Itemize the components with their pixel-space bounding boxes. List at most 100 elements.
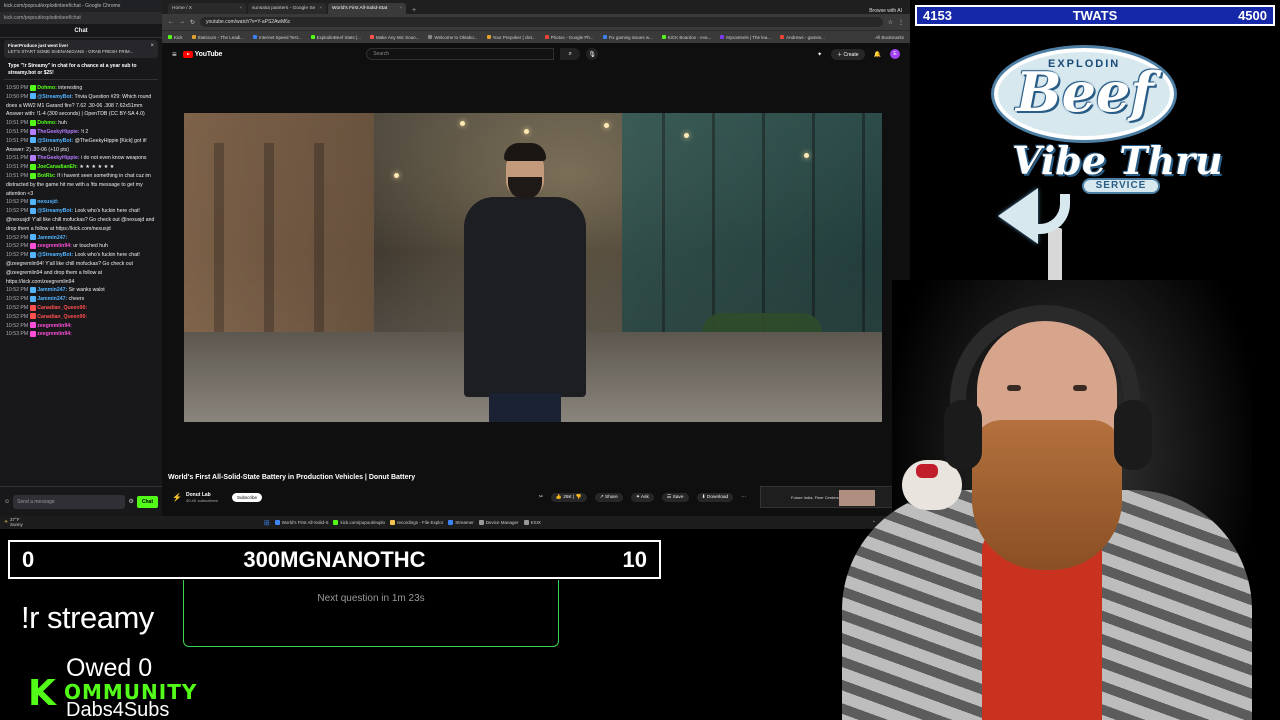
reload-icon[interactable]: ↻ [190, 19, 195, 26]
live-notice[interactable]: FinerProduce just went live! LET'S START… [4, 40, 158, 58]
ai-icon[interactable]: ✦ [817, 51, 822, 58]
chat-message: 10:53 PM zeegremlin94: [6, 330, 156, 339]
bookmark-item[interactable]: Your Prepoker | clet... [486, 35, 536, 40]
taskbar-app[interactable]: recordings - File Explor [390, 520, 443, 525]
ceiling-light [524, 129, 529, 134]
trivia-score-right: 10 [622, 546, 647, 572]
message-user[interactable]: Jammin247: [37, 287, 67, 293]
message-user[interactable]: zeegremlin94: [37, 243, 72, 249]
chat-url[interactable]: kick.com/popout/explodinbeef/chat [0, 12, 162, 24]
bookmark-item[interactable]: Photos - Google Ph... [544, 35, 594, 40]
video-player[interactable] [184, 113, 882, 422]
close-icon[interactable]: × [150, 43, 154, 49]
chat-message: 10:50 PM @StreamyBot: Trivia Question #29… [6, 93, 156, 119]
taskbar-app[interactable]: Streamer [448, 520, 474, 525]
bookmark-item[interactable]: Statscurs - The Leadi... [191, 35, 244, 40]
bookmark-item[interactable]: ExplodinBeef Stats |... [310, 35, 361, 40]
message-user[interactable]: @StreamyBot: [37, 208, 73, 214]
bookmark-item[interactable]: Kick [168, 35, 183, 40]
bookmark-item[interactable]: Mysosteels | The lea... [720, 35, 771, 40]
ask-button[interactable]: ✦ Ask [630, 492, 654, 502]
subscribe-button[interactable]: Subscribe [232, 492, 263, 502]
youtube-logo[interactable]: YouTube [182, 50, 222, 58]
user-badge-icon [30, 128, 37, 135]
share-label: Share [605, 494, 618, 500]
message-time: 10:51 PM [6, 128, 29, 135]
emote-icon[interactable]: ☺ [4, 499, 10, 505]
bookmark-item[interactable]: Make Any Mic Soun... [369, 34, 420, 40]
close-tab-icon[interactable]: × [239, 6, 242, 11]
message-time: 10:50 PM [6, 93, 29, 100]
bell-icon[interactable]: 🔔 [874, 51, 881, 58]
taskbar-app-label: Streamer [455, 520, 474, 525]
like-button[interactable]: 👍 25K | 👎 [550, 492, 587, 502]
browser-tab[interactable]: World's First All-Solid-Stat × [328, 3, 406, 14]
windows-start-icon[interactable]: ⊞ [264, 519, 270, 527]
message-user[interactable]: zeegremlin94: [37, 323, 72, 329]
message-user[interactable]: Canadian_Queen90: [37, 305, 87, 311]
owed-text: Owed 0 [66, 654, 153, 682]
taskbar-app[interactable]: KSIX [523, 520, 541, 525]
message-user[interactable]: Canadian_Queen90: [37, 314, 87, 320]
bookmark-item[interactable]: Fix gaming issues w... [602, 35, 653, 40]
taskbar-app[interactable]: World's First All-Solid-S [274, 520, 328, 525]
share-button[interactable]: ↗ Share [594, 492, 623, 502]
browser-tab[interactable]: Home / X × [168, 3, 246, 14]
message-user[interactable]: @StreamyBot: [37, 252, 73, 258]
clip-icon[interactable]: ✂ [539, 495, 543, 500]
star-icon[interactable]: ☆ [888, 19, 893, 26]
taskbar-app[interactable]: Device Manager [478, 520, 519, 525]
message-text: i do not even know weapons [81, 155, 147, 162]
message-user[interactable]: @StreamyBot: [37, 138, 73, 144]
back-icon[interactable]: ← [168, 19, 174, 25]
taskbar-app[interactable]: kick.com/popout/explo [333, 520, 385, 525]
bookmark-item[interactable]: Welcome to Oktabo... [428, 35, 478, 40]
hamburger-icon[interactable]: ≡ [172, 50, 177, 59]
chat-message: 10:51 PM JoeCanadianEh: ★ ★ ★ ★ ★ ★ [6, 163, 156, 172]
message-user[interactable]: Jammin247: [37, 296, 67, 302]
chat-message: 10:52 PM Jammin247: Sir wanks walot [6, 286, 156, 295]
message-user[interactable]: JoeCanadianEh: [37, 164, 78, 170]
bookmark-item[interactable]: Internet Speed Test... [252, 35, 302, 40]
message-user[interactable]: TheGeekyHippie: [37, 155, 79, 161]
message-user[interactable]: Dohmo: [37, 85, 57, 91]
message-user[interactable]: BotRix: [37, 173, 55, 179]
bookmark-item[interactable]: Andrews - games... [780, 35, 825, 40]
search-icon[interactable]: ⌕ [560, 48, 581, 60]
search-input[interactable]: Search [366, 48, 555, 60]
trivia-score-bar: 0 300MGNANOTHC 10 [8, 540, 661, 579]
message-user[interactable]: Jammin247: [37, 235, 67, 241]
mic-icon[interactable]: 🎙 [586, 48, 599, 60]
create-button[interactable]: ＋ Create [831, 48, 865, 60]
message-user[interactable]: zeegremlin94: [37, 331, 72, 337]
all-bookmarks-button[interactable]: All Bookmarks [875, 35, 904, 40]
sun-icon: ☀ [4, 519, 9, 525]
forward-icon[interactable]: → [179, 19, 185, 25]
chat-input[interactable]: Send a message [13, 494, 126, 509]
send-chat-button[interactable]: Chat [136, 495, 158, 508]
message-user[interactable]: Dohmo: [37, 120, 57, 126]
download-button[interactable]: ⬇ Download [696, 492, 734, 502]
close-tab-icon[interactable]: × [399, 6, 402, 11]
message-text: huh [58, 120, 67, 127]
new-tab-icon[interactable]: + [408, 7, 420, 14]
weather-widget[interactable]: ☀ 37°F Sunny [4, 517, 23, 527]
close-tab-icon[interactable]: × [319, 6, 322, 11]
message-user[interactable]: @StreamyBot: [37, 94, 73, 100]
user-badge-icon [30, 163, 37, 170]
more-icon[interactable]: ⋯ [741, 495, 746, 500]
channel-avatar[interactable]: ⚡ [172, 491, 182, 503]
extensions-icon[interactable]: ⋮ [898, 19, 904, 26]
bookmark-item[interactable]: KICK Boardox - eva... [661, 35, 711, 40]
message-user[interactable]: nexusjd: [37, 199, 58, 205]
message-user[interactable]: TheGeekyHippie: [37, 129, 79, 135]
avatar[interactable]: E [890, 49, 900, 59]
save-button[interactable]: ☰ Save [661, 492, 689, 502]
chat-title: Chat [0, 24, 162, 38]
gear-icon[interactable]: ⚙ [128, 498, 133, 505]
browse-with-ai-button[interactable]: Browse with AI [861, 8, 910, 14]
logo-service: SERVICE [1082, 178, 1160, 194]
bookmark-label: Make Any Mic Soun... [375, 34, 420, 40]
browser-tab[interactable]: sunsalut painters - Google Se × [248, 3, 326, 14]
address-bar[interactable]: youtube.com/watch?v=Y-aPS2AwM6c [200, 17, 883, 27]
